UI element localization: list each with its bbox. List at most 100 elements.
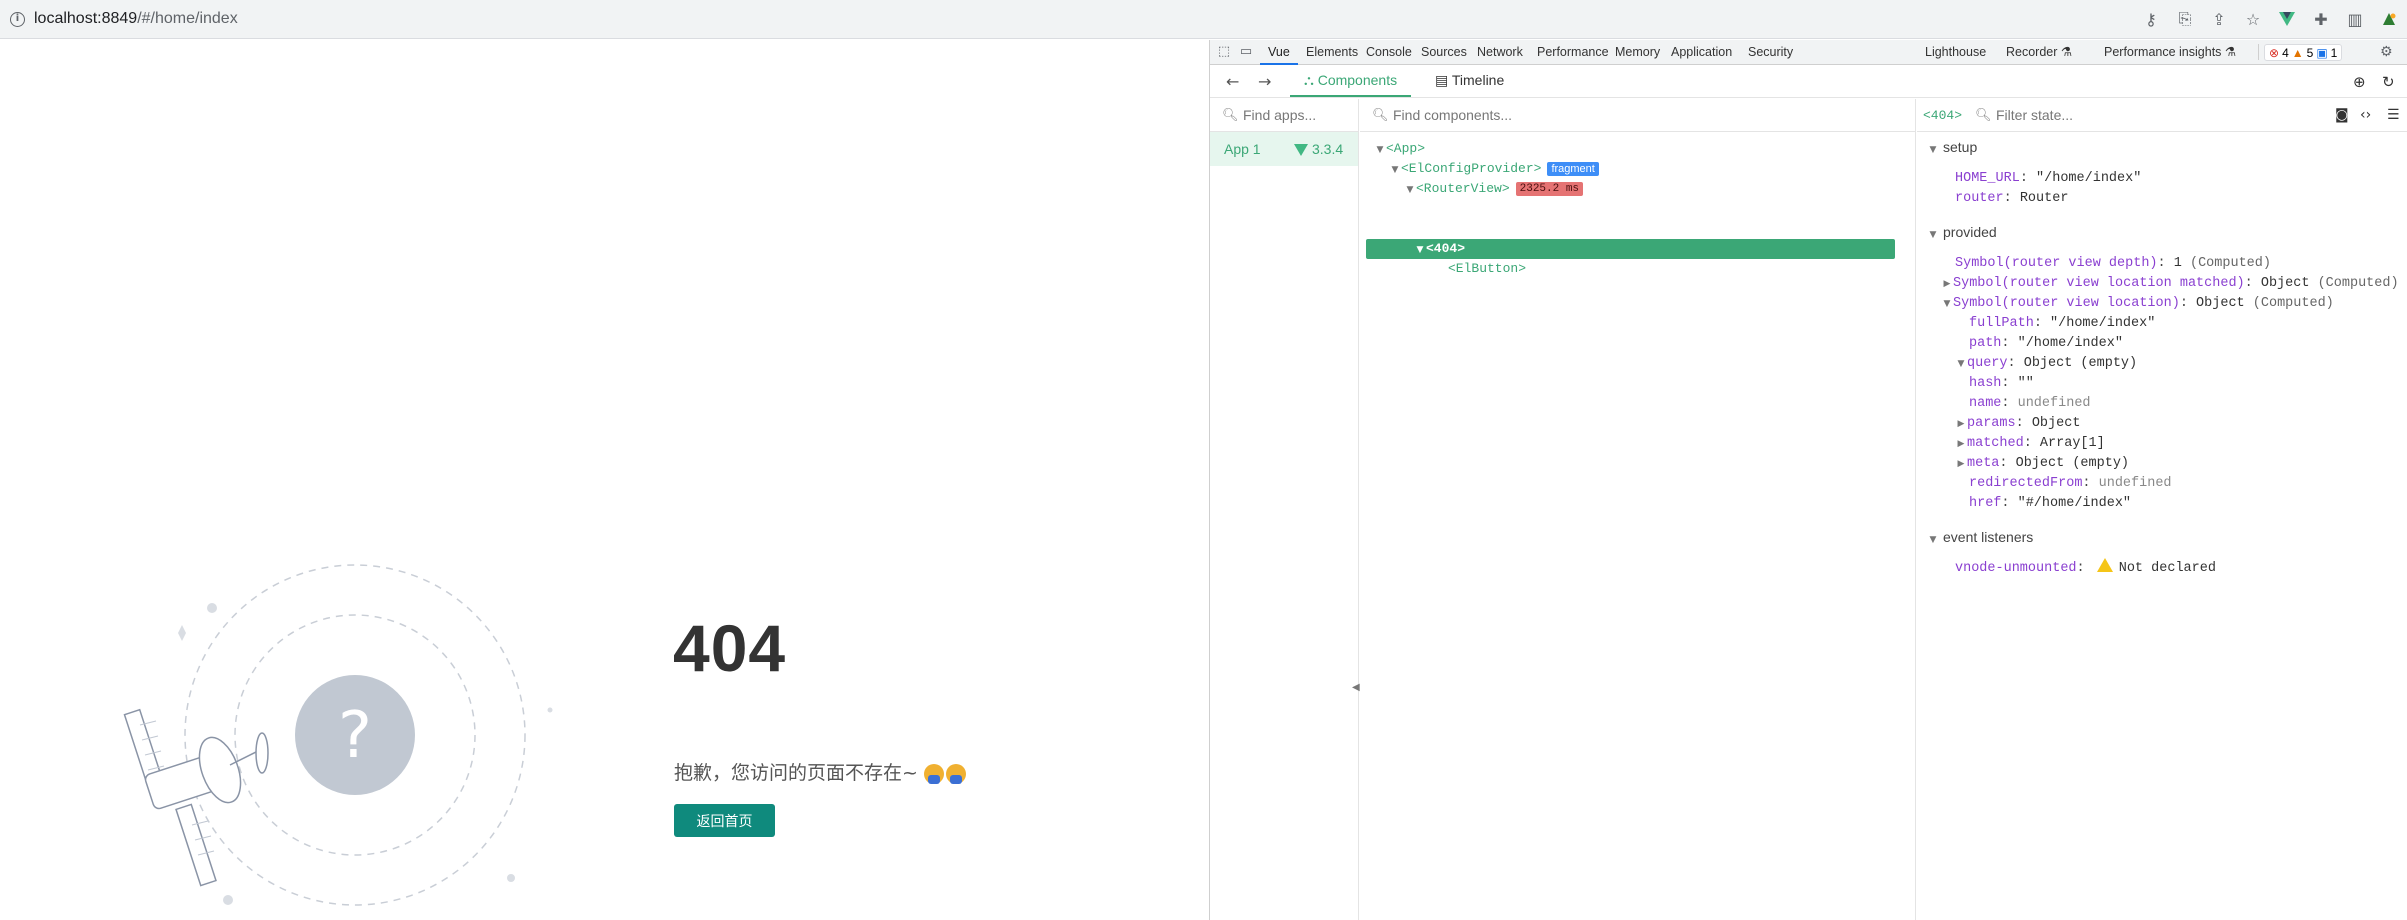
expand-toggle-icon[interactable]: ▼	[1955, 354, 1967, 374]
devtools-tab-vue[interactable]: Vue	[1260, 40, 1298, 65]
expand-toggle-icon[interactable]: ▼	[1927, 535, 1939, 545]
key-icon[interactable]: ⚷	[2141, 9, 2161, 29]
tree-node-config-provider[interactable]: ▼ <ElConfigProvider> fragment	[1389, 159, 1599, 179]
prop-value: Router	[2019, 191, 2069, 206]
tree-node-el-button[interactable]: <ElButton>	[1448, 259, 1526, 279]
people-emoji-icon	[922, 762, 966, 784]
inspector-header: <404> 🔍︎ Filter state... ◙ ‹› ☰	[1917, 99, 2407, 132]
prop-hash[interactable]: hash: ""	[1969, 374, 2034, 394]
prop-name[interactable]: name: undefined	[1969, 394, 2091, 414]
prop-key: Symbol(router view depth)	[1955, 256, 2158, 271]
prop-href[interactable]: href: "#/home/index"	[1969, 494, 2131, 514]
prop-key: redirectedFrom	[1969, 476, 2083, 491]
section-provided[interactable]: ▼ provided	[1927, 224, 1997, 240]
expand-toggle-icon[interactable]: ▶	[1955, 414, 1967, 434]
warning-count-icon: ▲	[2291, 45, 2304, 60]
share-icon[interactable]: ⇪	[2209, 9, 2229, 29]
device-toolbar-icon[interactable]: ▭	[1238, 44, 1254, 60]
bookmark-star-icon[interactable]: ☆	[2243, 9, 2263, 29]
expand-toggle-icon[interactable]: ▼	[1927, 145, 1939, 155]
side-panel-icon[interactable]: ▥	[2345, 9, 2365, 29]
url-host: localhost:8849	[34, 10, 138, 27]
prop-path[interactable]: path: "/home/index"	[1969, 334, 2123, 354]
devtools-tab-security[interactable]: Security	[1748, 40, 1793, 65]
inspect-element-icon[interactable]: ⬚	[1216, 44, 1232, 60]
tab-timeline[interactable]: ▤ Timeline	[1435, 66, 1504, 97]
extensions-puzzle-icon[interactable]: ✚	[2311, 9, 2331, 29]
page-content: ? 404 抱歉，您访问的页面不存在~ 返回首页	[0, 40, 1209, 920]
app-list-item[interactable]: App 1 3.3.4	[1210, 132, 1358, 166]
prop-value: "#/home/index"	[2017, 496, 2132, 511]
prop-router-view-location-matched[interactable]: ▶ Symbol(router view location matched): O…	[1941, 274, 2399, 294]
open-source-code-icon[interactable]: ‹›	[2360, 107, 2371, 123]
expand-toggle-icon[interactable]: ▼	[1389, 160, 1401, 180]
back-home-button[interactable]: 返回首页	[674, 804, 775, 837]
issues-badge[interactable]: ⊗ 4 ▲ 5 ▣ 1	[2264, 44, 2343, 61]
computed-tag: (Computed)	[2189, 256, 2271, 271]
expand-toggle-icon[interactable]: ▶	[1955, 434, 1967, 454]
tab-components[interactable]: ⛬ Components	[1290, 66, 1412, 97]
find-components-input[interactable]: Find components...	[1393, 107, 1512, 123]
prop-value: "/home/index"	[2017, 336, 2123, 351]
section-setup[interactable]: ▼ setup	[1927, 139, 1978, 155]
prop-router-view-location[interactable]: ▼ Symbol(router view location): Object (C…	[1941, 294, 2334, 314]
selected-component-tag: <404>	[1923, 108, 1963, 123]
profile-extension-icon[interactable]	[2379, 9, 2399, 29]
more-options-icon[interactable]: ☰	[2387, 107, 2400, 123]
expand-toggle-icon[interactable]: ▶	[1955, 454, 1967, 474]
prop-router-view-depth[interactable]: Symbol(router view depth): 1 (Computed)	[1955, 254, 2271, 274]
prop-redirected-from[interactable]: redirectedFrom: undefined	[1969, 474, 2172, 494]
refresh-icon[interactable]: ↻	[2382, 73, 2395, 91]
filter-state-input[interactable]: Filter state...	[1996, 107, 2073, 123]
translate-icon[interactable]: ⎘	[2175, 9, 2195, 29]
site-info-icon[interactable]: i	[10, 12, 25, 27]
computed-tag: (Computed)	[2252, 296, 2334, 311]
prop-router[interactable]: router: Router	[1955, 189, 2068, 209]
find-apps-input[interactable]: Find apps...	[1243, 107, 1316, 123]
devtools-tab-elements[interactable]: Elements	[1306, 40, 1358, 65]
devtools-tab-sources[interactable]: Sources	[1421, 40, 1467, 65]
vue-devtools-extension-icon[interactable]	[2277, 9, 2297, 29]
devtools-tab-performance[interactable]: Performance	[1537, 40, 1609, 65]
collapse-splitter-icon[interactable]: ◀	[1352, 682, 1360, 693]
devtools-tab-console[interactable]: Console	[1366, 40, 1412, 65]
browser-toolbar-icons: ⚷ ⎘ ⇪ ☆ ✚ ▥	[2141, 9, 2399, 29]
tree-node-app[interactable]: ▼ <App>	[1374, 139, 1425, 159]
devtools-tab-application[interactable]: Application	[1671, 40, 1732, 65]
devtools-settings-gear-icon[interactable]: ⚙	[2380, 44, 2393, 60]
devtools-tab-performance-insights[interactable]: Performance insights ⚗	[2104, 40, 2236, 65]
expand-toggle-icon[interactable]: ▼	[1927, 230, 1939, 240]
expand-toggle-icon[interactable]: ▼	[1941, 294, 1953, 314]
computed-tag: (Computed)	[2317, 276, 2399, 291]
back-arrow-icon[interactable]: ←	[1226, 72, 1239, 91]
app-version-text: 3.3.4	[1312, 141, 1344, 157]
tree-node-router-view[interactable]: ▼ <RouterView> 2325.2 ms	[1404, 179, 1584, 200]
select-component-target-icon[interactable]: ⊕	[2353, 73, 2366, 91]
prop-matched[interactable]: ▶ matched: Array[1]	[1955, 434, 2105, 454]
expand-toggle-icon[interactable]: ▼	[1374, 140, 1386, 160]
prop-home-url[interactable]: HOME_URL: "/home/index"	[1955, 169, 2141, 189]
devtools-tab-recorder[interactable]: Recorder ⚗	[2006, 40, 2072, 65]
scroll-to-component-icon[interactable]: ◙	[2335, 107, 2349, 123]
find-components-bar: 🔍︎ Find components...	[1360, 99, 1915, 132]
url-field[interactable]: localhost:8849/#/home/index	[34, 10, 238, 28]
expand-toggle-icon[interactable]: ▶	[1941, 274, 1953, 294]
prop-query[interactable]: ▼ query: Object (empty)	[1955, 354, 2138, 374]
devtools-tab-lighthouse[interactable]: Lighthouse	[1925, 40, 1986, 65]
prop-key: params	[1967, 416, 2016, 431]
search-icon: 🔍︎	[1222, 108, 1239, 123]
prop-meta[interactable]: ▶ meta: Object (empty)	[1955, 454, 2130, 474]
prop-vnode-unmounted[interactable]: vnode-unmounted: Not declared	[1955, 558, 2216, 579]
forward-arrow-icon[interactable]: →	[1258, 72, 1271, 91]
expand-toggle-icon[interactable]: ▼	[1404, 180, 1416, 200]
prop-full-path[interactable]: fullPath: "/home/index"	[1969, 314, 2155, 334]
prop-key: HOME_URL	[1955, 171, 2020, 186]
timeline-icon: ▤	[1435, 72, 1452, 88]
section-event-listeners[interactable]: ▼ event listeners	[1927, 529, 2034, 545]
devtools-tab-memory[interactable]: Memory	[1615, 40, 1660, 65]
prop-params[interactable]: ▶ params: Object	[1955, 414, 2081, 434]
devtools-tab-network[interactable]: Network	[1477, 40, 1523, 65]
tree-node-404-selected[interactable]: ▼ <404>	[1366, 239, 1895, 259]
svg-text:?: ?	[338, 699, 372, 773]
expand-toggle-icon[interactable]: ▼	[1414, 240, 1426, 260]
